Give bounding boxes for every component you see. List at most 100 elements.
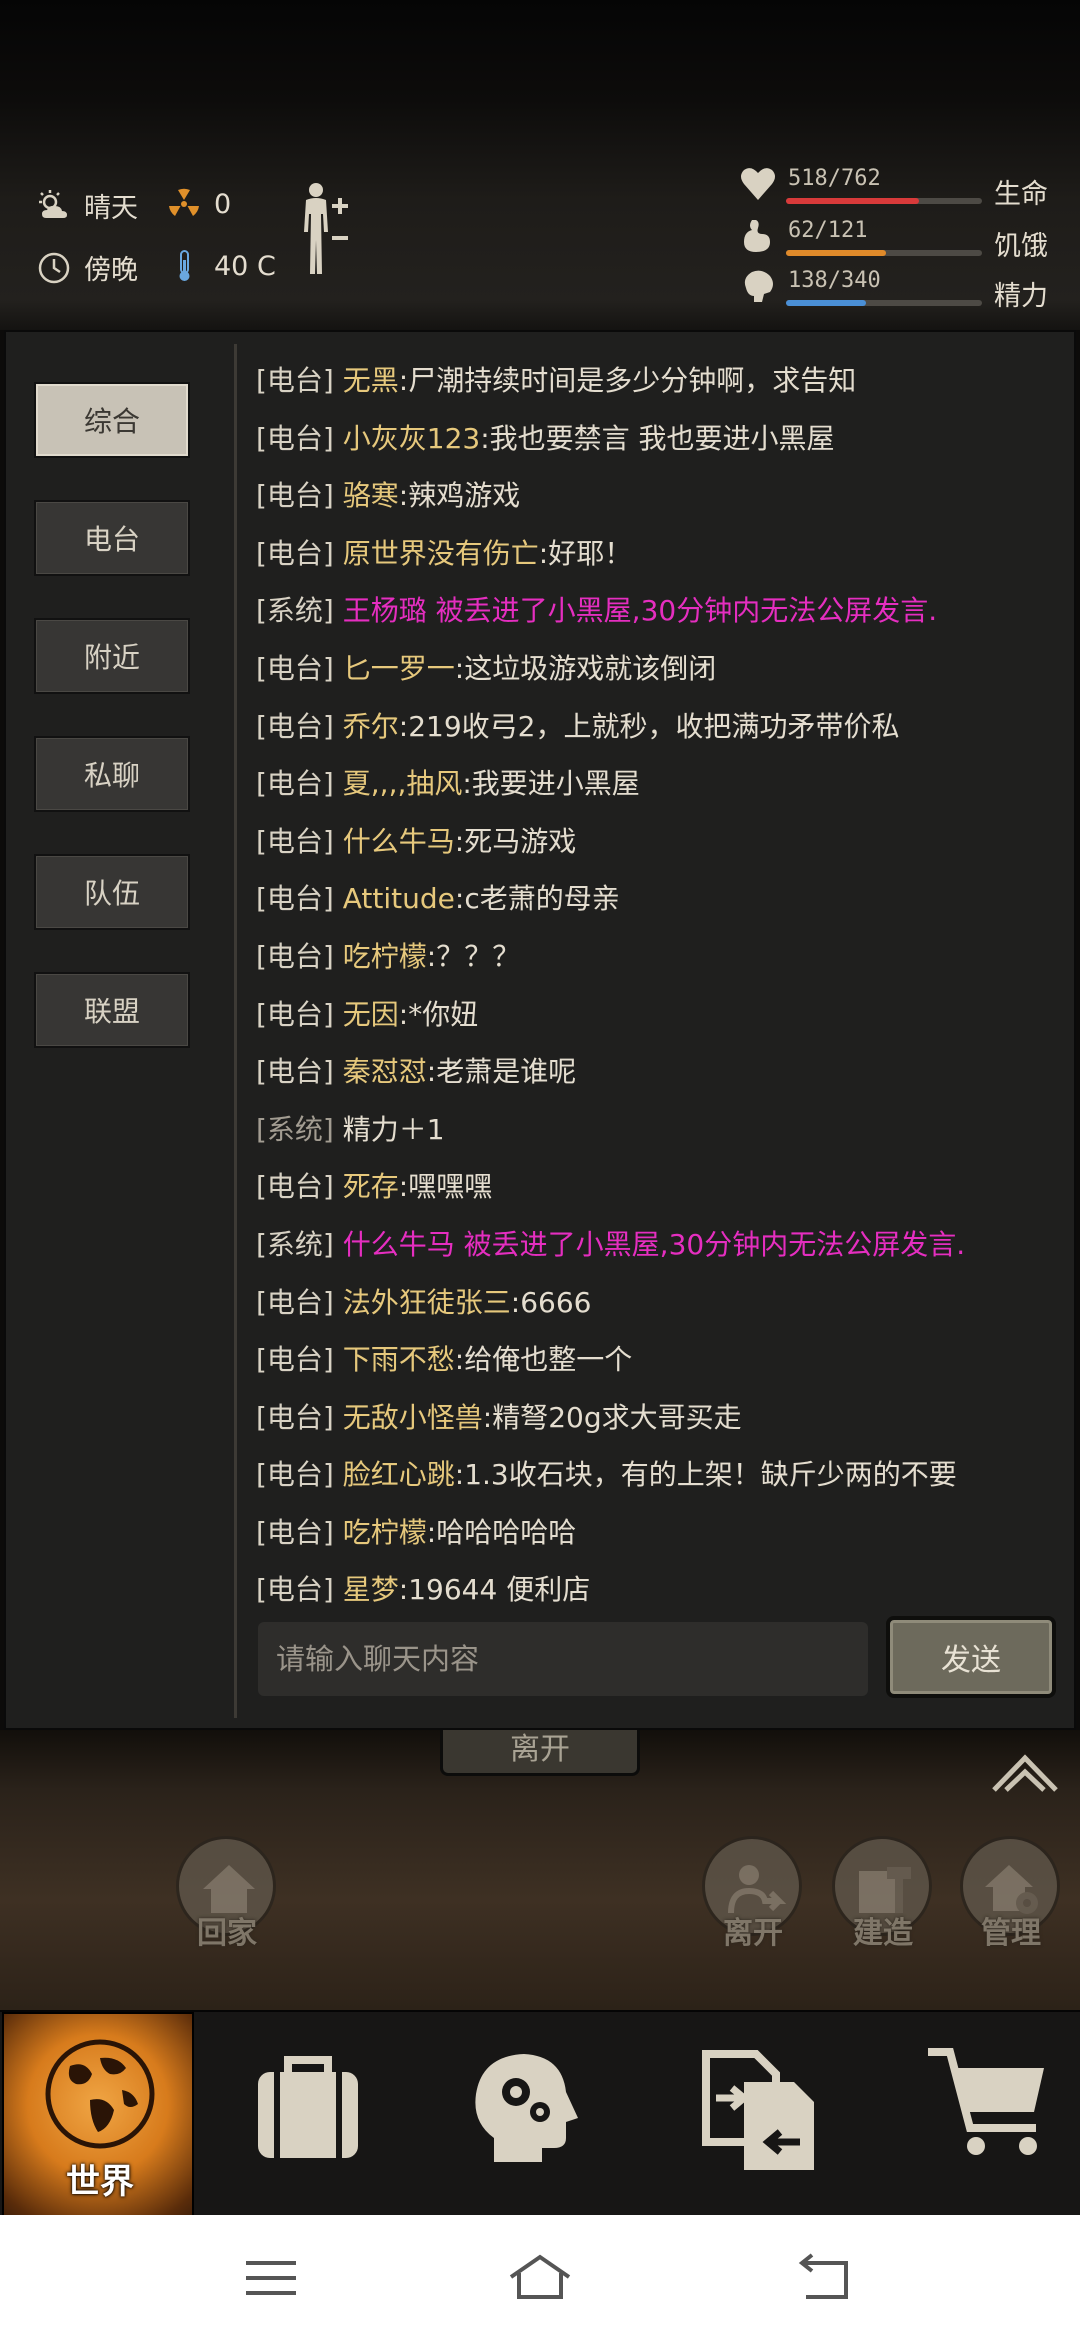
message-text: :给俺也整一个 (454, 1343, 633, 1377)
back-icon[interactable] (790, 2253, 860, 2303)
energy-value: 138/340 (788, 268, 881, 293)
chat-message: [电台] Attitude:c老萧的母亲 (256, 870, 1066, 928)
channel-tab-team[interactable]: 队伍 (34, 854, 190, 930)
energy-fill (786, 300, 866, 306)
message-sender[interactable]: 星梦 (343, 1573, 399, 1606)
nav-skills[interactable] (434, 2012, 634, 2217)
message-sender[interactable]: 无黑 (343, 364, 399, 397)
heart-icon (741, 168, 775, 200)
message-sender[interactable]: 骆寒 (343, 479, 399, 512)
home-nav-icon[interactable] (505, 2253, 575, 2303)
message-channel: [电台] (256, 1573, 334, 1607)
channel-tab-private[interactable]: 私聊 (34, 736, 190, 812)
chevron-up-icon[interactable] (990, 1750, 1060, 1794)
health-label: 生命 (994, 179, 1048, 210)
message-channel: [系统] (256, 594, 334, 628)
message-channel: [电台] (256, 421, 334, 455)
chat-message: [电台] 星梦:19644 便利店 (256, 1561, 1066, 1619)
message-text: 被丢进了小黑屋,30分钟内无法公屏发言. (426, 594, 938, 628)
nav-world[interactable]: 世界 (2, 2012, 194, 2217)
message-text: :嘿嘿嘿 (398, 1170, 493, 1204)
hunger-track (786, 250, 982, 256)
nav-trade[interactable] (652, 2012, 852, 2217)
chat-message: [电台] 原世界没有伤亡:好耶！ (256, 525, 1066, 583)
time-text: 傍晚 (84, 255, 138, 286)
message-text: 被丢进了小黑屋,30分钟内无法公屏发言. (454, 1227, 966, 1261)
body-status-icon[interactable] (294, 180, 364, 280)
chat-message: [电台] 法外狂徒张三:6666 (256, 1274, 1066, 1332)
message-channel: [电台] (256, 1343, 334, 1377)
message-sender[interactable]: 王杨璐 (343, 594, 427, 627)
message-channel: [电台] (256, 1055, 334, 1089)
chat-message: [电台] 吃柠檬:？？？ (256, 928, 1066, 986)
message-sender[interactable]: 吃柠檬 (343, 1516, 427, 1549)
hunger-label: 饥饿 (994, 231, 1048, 262)
chat-message: [电台] 骆寒:辣鸡游戏 (256, 467, 1066, 525)
hunger-bar: 62/121 饥饿 (738, 216, 1068, 262)
send-button-label: 发送 (941, 1643, 1001, 1678)
channel-tab-radio[interactable]: 电台 (34, 500, 190, 576)
message-sender[interactable]: 下雨不愁 (343, 1343, 455, 1376)
chat-message: [电台] 死存:嘿嘿嘿 (256, 1158, 1066, 1216)
message-sender[interactable]: 小灰灰123 (343, 422, 480, 455)
message-channel: [电台] (256, 824, 334, 858)
nav-inventory[interactable] (218, 2012, 418, 2217)
chat-message: [电台] 脸红心跳:1.3收石块，有的上架！缺斤少两的不要 (256, 1446, 1066, 1504)
message-sender[interactable]: 秦怼怼 (343, 1055, 427, 1088)
message-sender[interactable]: 吃柠檬 (343, 940, 427, 973)
message-sender[interactable]: 匕一罗一 (343, 652, 455, 685)
leave-button[interactable]: 离开 (698, 1836, 808, 1966)
message-sender[interactable]: 什么牛马 (343, 1228, 455, 1261)
chat-message: [电台] 下雨不愁:给俺也整一个 (256, 1331, 1066, 1389)
build-button[interactable]: 建造 (828, 1836, 938, 1966)
message-sender[interactable]: 脸红心跳 (343, 1458, 455, 1491)
thermometer-icon (179, 250, 190, 281)
head-gears-icon (475, 2054, 578, 2162)
health-bar: 518/762 生命 (738, 164, 1068, 210)
manage-button-label: 管理 (981, 1916, 1041, 1951)
channel-tab-label: 联盟 (83, 995, 140, 1028)
send-button[interactable]: 发送 (886, 1616, 1056, 1698)
message-sender[interactable]: 夏,,,,抽风 (343, 767, 463, 800)
message-sender[interactable]: 死存 (343, 1170, 399, 1203)
message-text: :我要进小黑屋 (462, 767, 640, 801)
channel-tab-all[interactable]: 综合 (34, 382, 190, 458)
message-text: :死马游戏 (454, 824, 577, 858)
message-sender[interactable]: 无敌小怪兽 (343, 1401, 483, 1434)
message-sender[interactable]: Attitude (343, 882, 455, 915)
message-text: :尸潮持续时间是多少分钟啊，求告知 (398, 364, 857, 397)
chat-input[interactable] (258, 1622, 868, 1696)
nav-shop[interactable] (868, 2012, 1068, 2217)
message-sender[interactable]: 原世界没有伤亡 (343, 537, 539, 570)
message-sender[interactable]: 什么牛马 (343, 825, 455, 858)
leave-hint-button[interactable]: 离开 (440, 1730, 640, 1776)
chat-message-list[interactable]: [电台] 无黑:尸潮持续时间是多少分钟啊，求告知 [电台] 小灰灰123:我也要禁… (256, 352, 1066, 1620)
message-sender[interactable]: 无因 (343, 998, 399, 1031)
weather-status: 晴天 (36, 186, 138, 225)
message-channel: [系统] (256, 1112, 334, 1146)
chat-message: [电台] 匕一罗一:这垃圾游戏就该倒闭 (256, 640, 1066, 698)
chat-divider (234, 344, 237, 1718)
suitcase-icon (258, 2056, 358, 2158)
message-channel: [电台] (256, 651, 334, 685)
chat-message: [系统] 什么牛马 被丢进了小黑屋,30分钟内无法公屏发言. (256, 1216, 1066, 1274)
channel-tab-nearby[interactable]: 附近 (34, 618, 190, 694)
radiation-value: 0 (214, 188, 232, 220)
message-channel: [电台] (256, 1458, 334, 1492)
chat-message: [电台] 小灰灰123:我也要禁言 我也要进小黑屋 (256, 410, 1066, 468)
home-button[interactable]: 回家 (172, 1836, 282, 1966)
energy-track (786, 300, 982, 306)
channel-tab-label: 附近 (83, 641, 140, 674)
home-button-label: 回家 (197, 1916, 257, 1951)
message-sender[interactable]: 乔尔 (343, 710, 399, 743)
channel-tab-alliance[interactable]: 联盟 (34, 972, 190, 1048)
manage-button[interactable]: 管理 (956, 1836, 1066, 1966)
message-text: :辣鸡游戏 (398, 479, 521, 513)
channel-tab-label: 私聊 (83, 759, 140, 792)
sun-cloud-icon (39, 189, 67, 218)
android-navigation-bar (0, 2215, 1080, 2340)
message-sender[interactable]: 法外狂徒张三 (343, 1286, 511, 1319)
build-button-label: 建造 (853, 1916, 913, 1951)
menu-icon[interactable] (236, 2253, 306, 2303)
cart-icon (928, 2048, 1044, 2155)
